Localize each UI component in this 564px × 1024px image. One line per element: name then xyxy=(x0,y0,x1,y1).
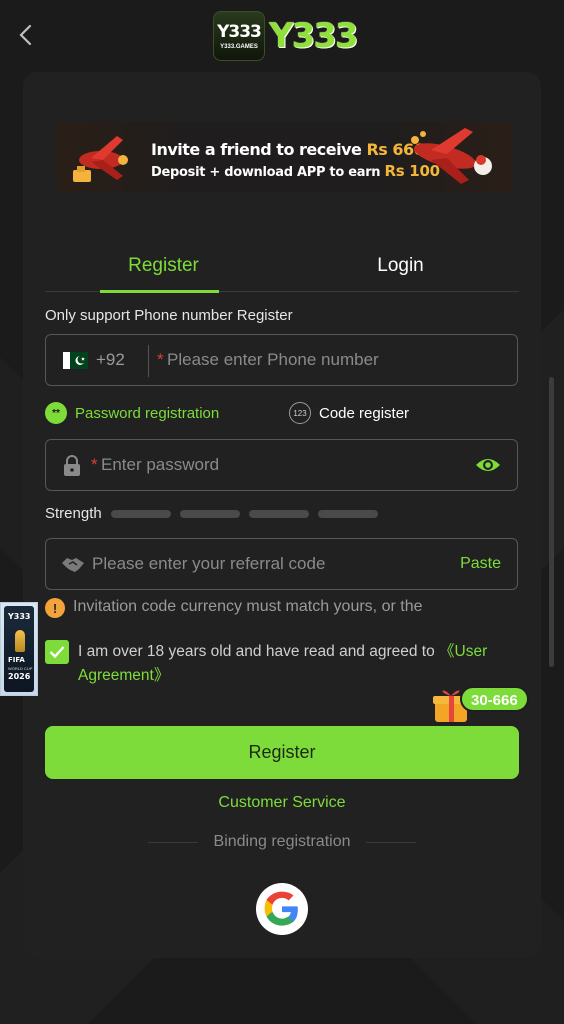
password-strength: Strength xyxy=(45,505,378,522)
eye-icon[interactable] xyxy=(474,455,502,475)
plane-icon xyxy=(73,136,128,182)
auth-tabs: Register Login xyxy=(45,240,519,293)
divider xyxy=(366,841,417,843)
logo-badge: Y333 Y333.GAMES xyxy=(213,11,265,61)
invitation-notice: ! Invitation code currency must match yo… xyxy=(45,598,515,620)
side-ad-title: FIFA xyxy=(8,656,25,664)
gift-badge[interactable]: 30-666 xyxy=(460,686,529,712)
password-field[interactable]: * Enter password xyxy=(45,439,518,491)
side-ad-inner: Y333 FIFA WORLD CUP 2026 xyxy=(4,606,34,692)
mode-password-label: Password registration xyxy=(75,404,220,422)
referral-input[interactable]: Please enter your referral code xyxy=(92,554,325,574)
customer-service-link[interactable]: Customer Service xyxy=(23,794,541,812)
flag-pk-icon xyxy=(63,352,88,369)
promo-banner[interactable]: Invite a friend to receive Rs 666 Deposi… xyxy=(57,122,513,192)
app-logo: Y333 Y333.GAMES Y333 xyxy=(213,10,359,62)
side-ad-subtitle: WORLD CUP xyxy=(8,666,33,671)
agree-text-body: I am over 18 years old and have read and… xyxy=(78,643,440,660)
strength-bar xyxy=(179,509,240,518)
side-ad-year: 2026 xyxy=(8,672,31,681)
referral-field[interactable]: Please enter your referral code Paste xyxy=(45,538,518,590)
code-mode-icon: 123 xyxy=(289,402,311,424)
strength-bar xyxy=(110,509,171,518)
password-mode-icon: ** xyxy=(45,402,67,424)
field-divider xyxy=(148,345,149,377)
strength-label: Strength xyxy=(45,505,102,522)
google-login-button[interactable] xyxy=(256,883,308,935)
mode-code-register[interactable]: 123 Code register xyxy=(289,399,409,427)
handshake-icon xyxy=(62,558,84,572)
phone-only-label: Only support Phone number Register xyxy=(45,307,293,324)
binding-label: Binding registration xyxy=(213,833,351,850)
side-ad-brand: Y333 xyxy=(8,612,31,621)
phone-input[interactable]: Please enter Phone number xyxy=(167,350,379,370)
check-icon xyxy=(49,646,65,659)
phone-field[interactable]: +92 * Please enter Phone number xyxy=(45,334,518,386)
binding-registration: Binding registration xyxy=(23,833,541,851)
divider xyxy=(147,841,198,843)
logo-badge-sub: Y333.GAMES xyxy=(220,44,258,50)
agree-text: I am over 18 years old and have read and… xyxy=(78,640,515,688)
logo-badge-text: Y333 xyxy=(217,22,262,42)
banner-line1: Invite a friend to receive Rs 666 xyxy=(151,140,425,159)
logo-text: Y333 xyxy=(269,16,359,56)
notice-text: Invitation code currency must match your… xyxy=(73,598,423,615)
lock-icon xyxy=(64,455,80,476)
tab-login[interactable]: Login xyxy=(282,240,519,291)
top-bar: Y333 Y333.GAMES Y333 xyxy=(0,0,564,72)
register-button[interactable]: Register xyxy=(45,726,519,779)
strength-bar xyxy=(248,509,309,518)
required-mark: * xyxy=(157,350,164,369)
required-mark: * xyxy=(91,455,98,474)
country-code[interactable]: +92 xyxy=(96,350,125,370)
password-input[interactable]: Enter password xyxy=(101,455,219,475)
back-button[interactable] xyxy=(10,20,40,50)
tab-register[interactable]: Register xyxy=(45,240,282,293)
strength-bar xyxy=(317,509,378,518)
paste-button[interactable]: Paste xyxy=(460,555,501,573)
trophy-icon xyxy=(15,630,25,652)
back-icon xyxy=(19,24,32,46)
scrollbar[interactable] xyxy=(549,377,554,667)
register-card: Invite a friend to receive Rs 666 Deposi… xyxy=(23,72,554,958)
mode-password-registration[interactable]: ** Password registration xyxy=(45,399,219,427)
age-agreement: I am over 18 years old and have read and… xyxy=(45,640,515,688)
plane-icon xyxy=(411,128,492,184)
google-icon xyxy=(264,891,298,926)
mode-code-label: Code register xyxy=(319,404,410,422)
warning-icon: ! xyxy=(45,598,65,618)
agree-checkbox[interactable] xyxy=(45,640,69,664)
fifa-side-ad[interactable]: Y333 FIFA WORLD CUP 2026 xyxy=(0,602,38,696)
